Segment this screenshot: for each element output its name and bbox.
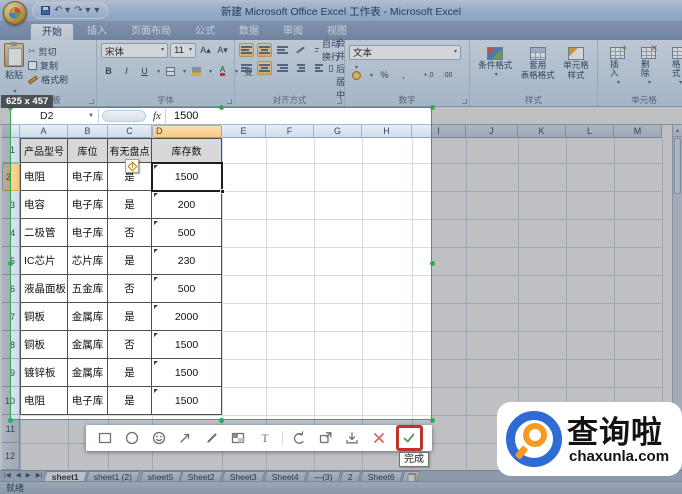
confirm-tooltip: 完成 (399, 452, 429, 467)
confirm-tool-button[interactable] (396, 425, 423, 451)
magnifier-logo-icon (506, 411, 562, 467)
capture-selection-border[interactable] (10, 107, 432, 420)
selection-handle[interactable] (430, 261, 435, 266)
selection-handle[interactable] (219, 105, 224, 110)
capture-size-indicator: 625 x 457 (1, 95, 53, 108)
emoji-tool-button[interactable] (149, 428, 169, 448)
dim-overlay-right (432, 107, 682, 420)
ellipse-tool-button[interactable] (122, 428, 142, 448)
mosaic-tool-button[interactable] (228, 428, 248, 448)
share-tool-button[interactable] (316, 428, 336, 448)
toolbar-divider (282, 431, 283, 446)
confirm-icon (401, 430, 417, 446)
pen-icon (204, 430, 220, 446)
excel-window: ↶ ▾ ↷ ▾ ▾ 新建 Microsoft Office Excel 工作表 … (0, 0, 682, 494)
pen-tool-button[interactable] (202, 428, 222, 448)
watermark-name: 查询啦 (567, 407, 663, 452)
download-icon (344, 430, 360, 446)
cancel-tool-button[interactable] (369, 428, 389, 448)
svg-text:T: T (261, 431, 269, 445)
dim-overlay-top (0, 0, 682, 107)
magnifier-lens-icon (523, 423, 547, 447)
magnifier-handle-icon (515, 445, 529, 459)
undo-tool-button[interactable] (289, 428, 309, 448)
emoji-icon (151, 430, 167, 446)
rectangle-tool-button[interactable] (95, 428, 115, 448)
rectangle-icon (97, 430, 113, 446)
selection-handle[interactable] (430, 418, 435, 423)
cancel-icon (371, 430, 387, 446)
arrow-tool-button[interactable] (175, 428, 195, 448)
watermark: 查询啦 chaxunla.com (497, 402, 682, 476)
download-tool-button[interactable] (342, 428, 362, 448)
selection-handle[interactable] (8, 418, 13, 423)
share-icon (318, 430, 334, 446)
undo-icon (291, 430, 307, 446)
selection-handle[interactable] (8, 261, 13, 266)
mosaic-icon (230, 430, 246, 446)
capture-toolbar: T (86, 425, 432, 451)
ellipse-icon (124, 430, 140, 446)
selection-handle[interactable] (430, 105, 435, 110)
text-icon: T (257, 430, 273, 446)
watermark-domain: chaxunla.com (569, 448, 669, 465)
arrow-icon (177, 430, 193, 446)
selection-handle[interactable] (219, 418, 224, 423)
text-tool-button[interactable]: T (255, 428, 275, 448)
